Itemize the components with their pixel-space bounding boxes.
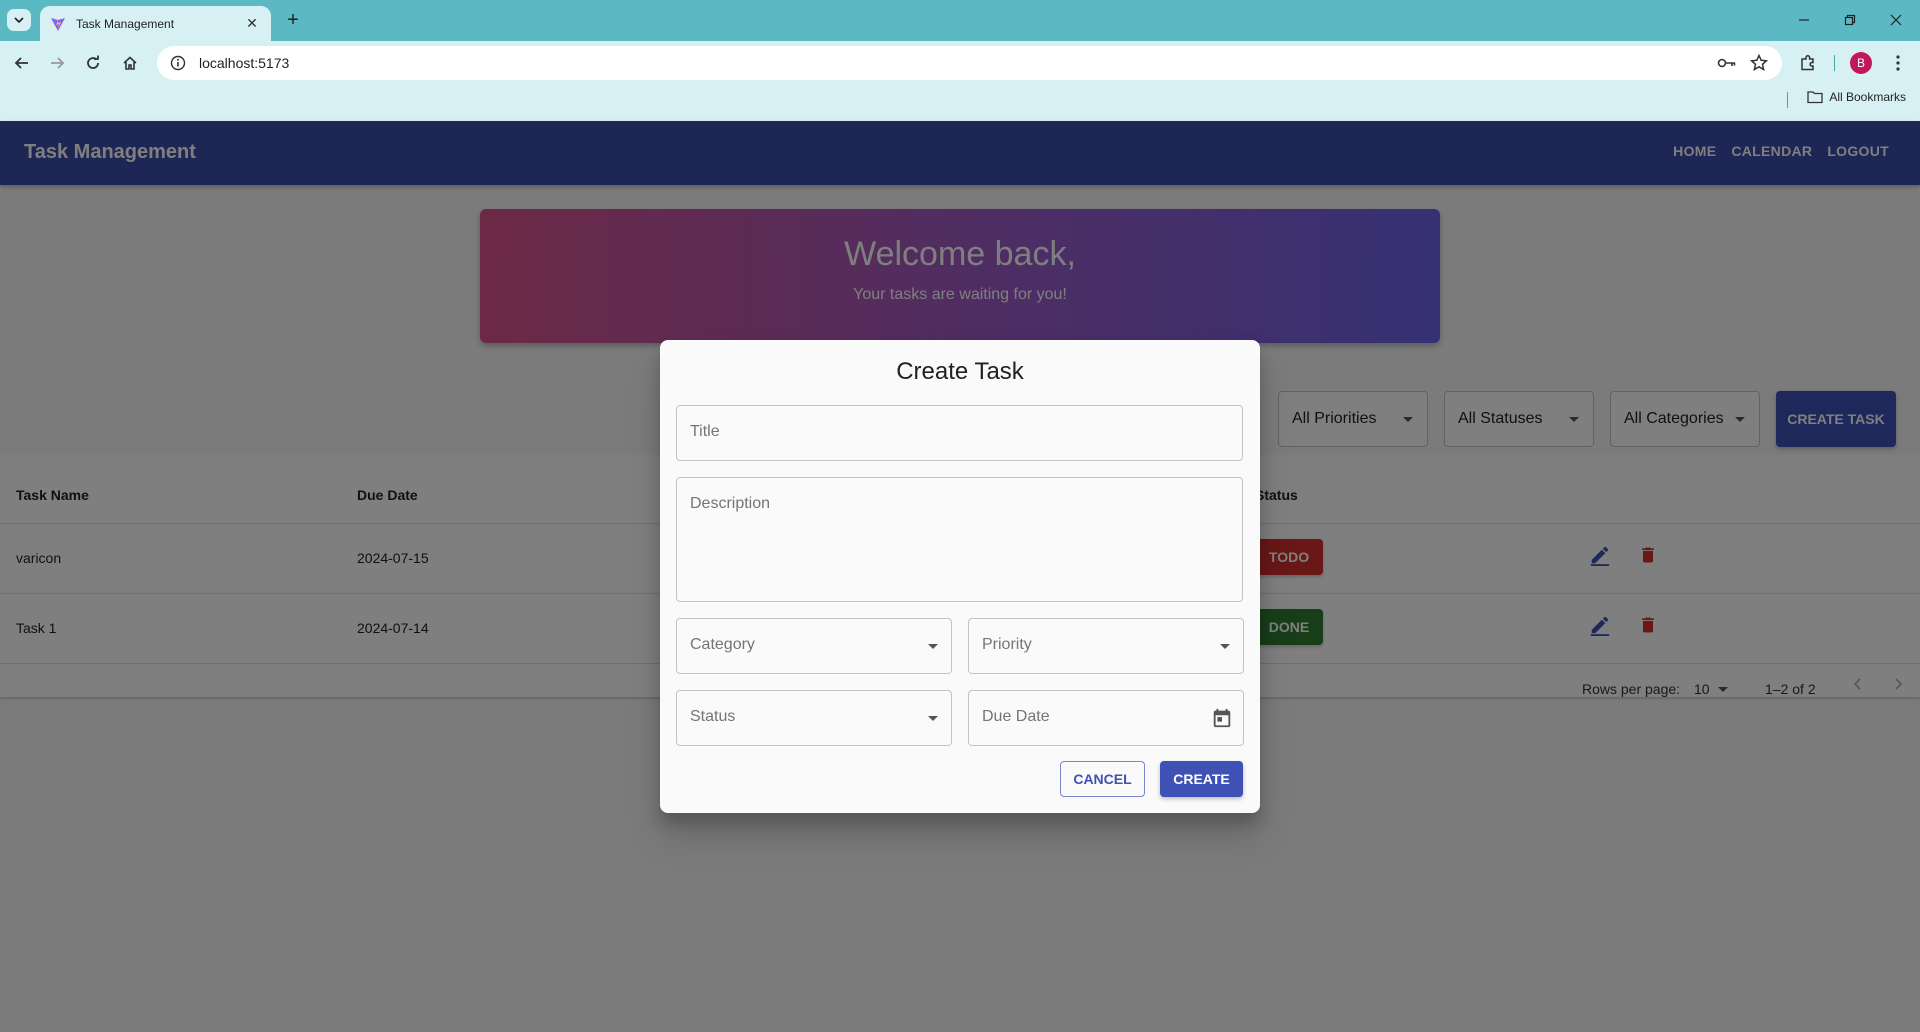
profile-button[interactable]: B xyxy=(1848,48,1874,78)
toolbar-divider xyxy=(1834,55,1835,71)
title-field[interactable]: Title xyxy=(676,405,1243,461)
url-text: localhost:5173 xyxy=(199,55,290,71)
new-tab-button[interactable]: + xyxy=(282,9,304,31)
arrow-left-icon xyxy=(14,57,28,69)
site-info-icon[interactable] xyxy=(169,54,187,72)
chevron-down-icon xyxy=(928,644,938,649)
avatar: B xyxy=(1850,52,1872,74)
browser-menu-button[interactable] xyxy=(1885,48,1911,78)
tab-close-icon[interactable]: ✕ xyxy=(243,15,261,33)
close-icon xyxy=(1890,14,1902,26)
tab-search-button[interactable] xyxy=(7,9,31,31)
tab-title: Task Management xyxy=(76,16,175,31)
create-button[interactable]: CREATE xyxy=(1160,761,1243,797)
status-select-label: Status xyxy=(690,708,736,725)
folder-icon xyxy=(1807,91,1823,104)
description-field-label: Description xyxy=(690,495,771,512)
category-select[interactable]: Category xyxy=(676,618,952,674)
due-date-field-label: Due Date xyxy=(982,708,1050,725)
home-icon xyxy=(123,56,137,70)
minimize-icon xyxy=(1799,19,1809,21)
bookmark-star-icon[interactable] xyxy=(1750,46,1768,80)
puzzle-icon xyxy=(1801,54,1814,71)
category-select-label: Category xyxy=(690,636,755,653)
reload-button[interactable] xyxy=(78,48,108,78)
dialog-title: Create Task xyxy=(896,358,1024,385)
all-bookmarks-label: All Bookmarks xyxy=(1829,90,1906,104)
due-date-field[interactable]: Due Date xyxy=(968,690,1244,746)
status-select[interactable]: Status xyxy=(676,690,952,746)
description-field[interactable]: Description xyxy=(676,477,1243,602)
restore-button[interactable] xyxy=(1836,8,1864,32)
browser-tab[interactable]: Task Management ✕ xyxy=(40,6,271,41)
vite-favicon-icon xyxy=(51,17,65,31)
priority-select[interactable]: Priority xyxy=(968,618,1244,674)
extensions-button[interactable] xyxy=(1795,48,1821,78)
close-window-button[interactable] xyxy=(1882,8,1910,32)
chevron-down-icon xyxy=(928,716,938,721)
browser-toolbar: localhost:5173 B All Bookmarks xyxy=(0,41,1920,127)
home-button[interactable] xyxy=(115,48,145,78)
chevron-down-icon xyxy=(1220,644,1230,649)
address-bar[interactable]: localhost:5173 xyxy=(157,46,1782,80)
title-field-label: Title xyxy=(690,423,720,440)
browser-tab-bar: Task Management ✕ + xyxy=(0,0,1920,41)
reload-icon xyxy=(87,55,99,69)
cancel-button[interactable]: CANCEL xyxy=(1060,761,1145,797)
back-button[interactable] xyxy=(7,48,37,78)
restore-icon xyxy=(1844,14,1856,26)
bookmark-separator xyxy=(1787,92,1788,108)
chevron-down-icon xyxy=(14,17,24,24)
create-task-dialog: Create Task Title Description Category P… xyxy=(660,340,1260,813)
password-key-icon[interactable] xyxy=(1717,46,1737,80)
priority-select-label: Priority xyxy=(982,636,1032,653)
calendar-icon[interactable] xyxy=(1211,707,1233,734)
arrow-right-icon xyxy=(51,57,65,69)
more-vertical-icon xyxy=(1896,55,1900,71)
forward-button[interactable] xyxy=(42,48,72,78)
all-bookmarks-button[interactable]: All Bookmarks xyxy=(1807,90,1906,104)
minimize-button[interactable] xyxy=(1790,8,1818,32)
